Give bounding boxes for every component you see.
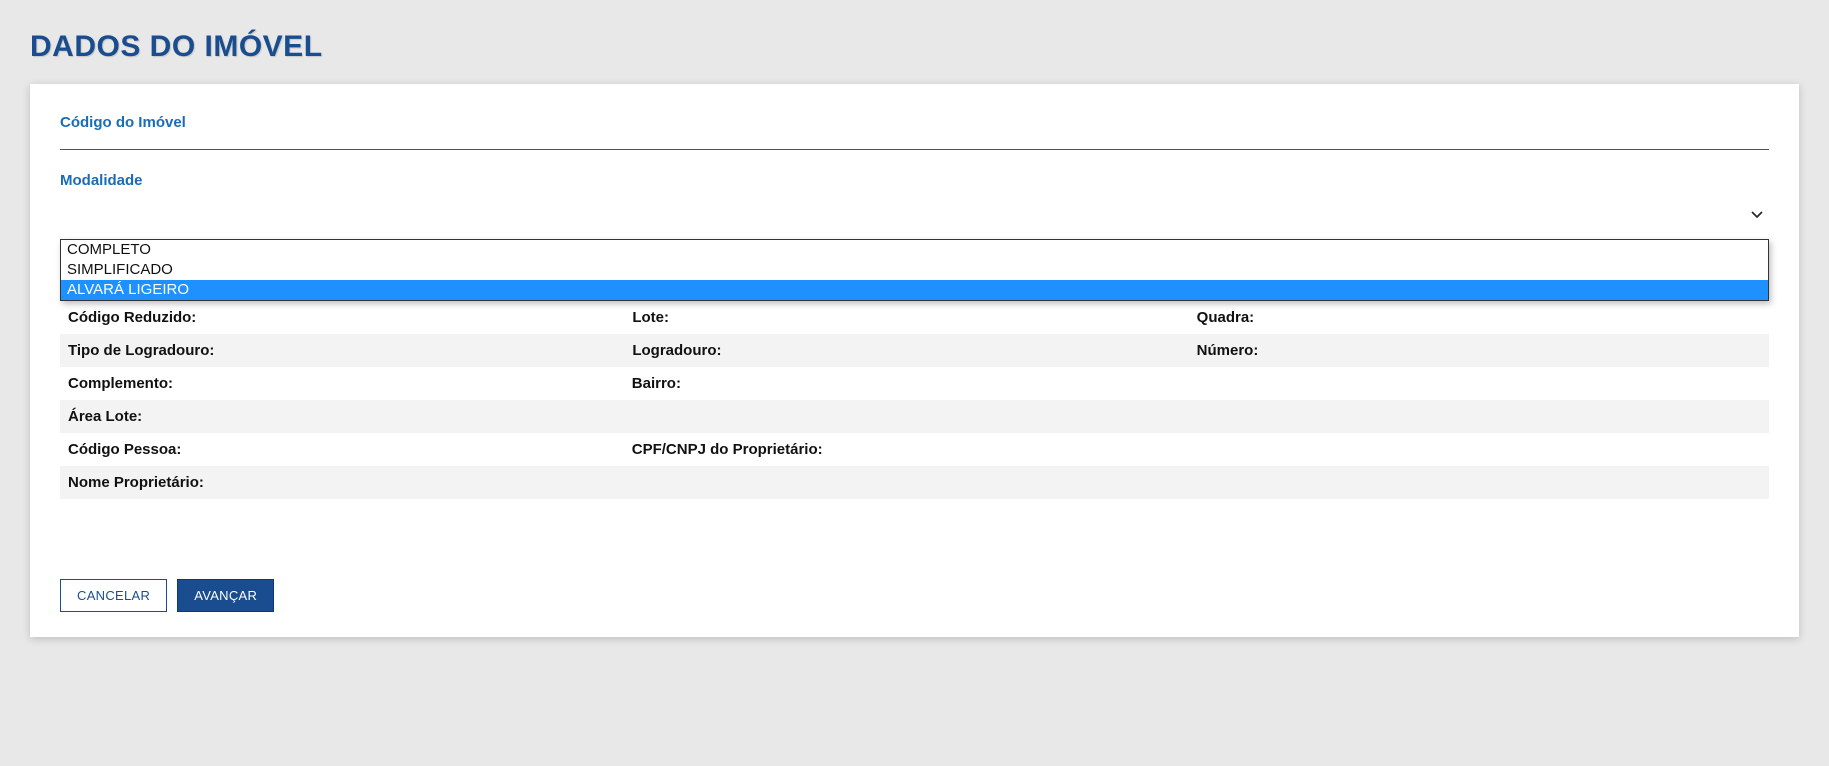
row-codigo-lote-quadra: Código Reduzido: Lote: Quadra: (60, 301, 1769, 334)
row-nome-proprietario: Nome Proprietário: (60, 466, 1769, 499)
form-card: Código do Imóvel Modalidade COMPLETO SIM… (30, 84, 1799, 637)
cancel-button[interactable]: CANCELAR (60, 579, 167, 612)
modalidade-option-simplificado[interactable]: SIMPLIFICADO (61, 260, 1768, 280)
field-lote: Lote: (632, 309, 1196, 326)
property-data-block: Código Reduzido: Lote: Quadra: Tipo de L… (60, 301, 1769, 499)
codigo-imovel-label: Código do Imóvel (60, 114, 1769, 131)
modalidade-dropdown-list: COMPLETO SIMPLIFICADO ALVARÁ LIGEIRO (60, 239, 1769, 301)
field-complemento: Complemento: (68, 375, 632, 392)
field-quadra: Quadra: (1197, 309, 1761, 326)
row-pessoa-cpf: Código Pessoa: CPF/CNPJ do Proprietário: (60, 433, 1769, 466)
next-button[interactable]: AVANÇAR (177, 579, 274, 612)
field-cpf-cnpj: CPF/CNPJ do Proprietário: (632, 441, 1761, 458)
field-nome-proprietario: Nome Proprietário: (68, 474, 1761, 491)
field-codigo-reduzido: Código Reduzido: (68, 309, 632, 326)
modalidade-option-completo[interactable]: COMPLETO (61, 240, 1768, 260)
modalidade-label: Modalidade (60, 172, 1769, 189)
field-codigo-pessoa: Código Pessoa: (68, 441, 632, 458)
page-title: DADOS DO IMÓVEL (30, 30, 1799, 64)
modalidade-option-alvara-ligeiro[interactable]: ALVARÁ LIGEIRO (61, 280, 1768, 300)
row-area-lote: Área Lote: (60, 400, 1769, 433)
divider (60, 149, 1769, 150)
field-area-lote: Área Lote: (68, 408, 1761, 425)
row-logradouro: Tipo de Logradouro: Logradouro: Número: (60, 334, 1769, 367)
button-row: CANCELAR AVANÇAR (60, 579, 1769, 612)
field-bairro: Bairro: (632, 375, 1761, 392)
modalidade-select[interactable]: COMPLETO SIMPLIFICADO ALVARÁ LIGEIRO (60, 207, 1769, 301)
field-numero: Número: (1197, 342, 1761, 359)
field-tipo-logradouro: Tipo de Logradouro: (68, 342, 632, 359)
field-logradouro: Logradouro: (632, 342, 1196, 359)
row-complemento-bairro: Complemento: Bairro: (60, 367, 1769, 400)
